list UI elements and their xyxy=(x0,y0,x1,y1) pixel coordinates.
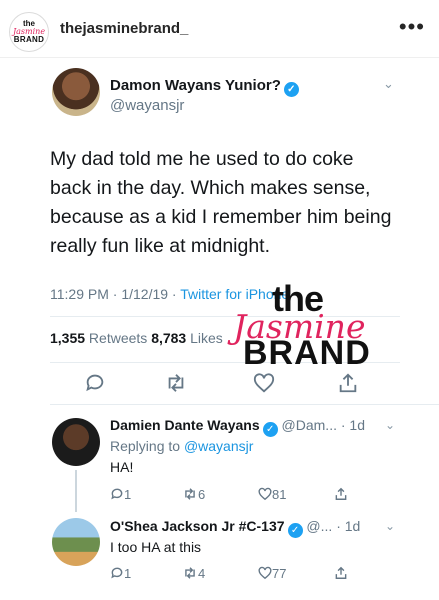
like-count: 77 xyxy=(272,566,287,581)
reply-author-avatar[interactable] xyxy=(52,518,100,566)
retweet-button[interactable]: 4 xyxy=(182,566,205,581)
tweet-time-date: 11:29 PM · 1/12/19 · xyxy=(50,286,181,302)
heart-icon[interactable] xyxy=(253,372,275,400)
reply-handle-time[interactable]: @Dam... · 1d xyxy=(278,417,365,433)
tweet-stats: 1,355 Retweets 8,783 Likes xyxy=(50,330,223,346)
verified-badge-icon: ✓ xyxy=(283,82,299,97)
reply-count: 1 xyxy=(124,566,132,581)
divider xyxy=(50,404,439,405)
reply-author-name[interactable]: O'Shea Jackson Jr #C-137 xyxy=(110,518,285,534)
instagram-post-header: the Jasmine BRAND thejasminebrand_ ••• xyxy=(0,0,439,58)
reply-header: Damien Dante Wayans ✓ @Dam... · 1d xyxy=(110,417,365,437)
avatar-logo-brand: BRAND xyxy=(13,35,45,44)
reply-count: 1 xyxy=(124,487,132,502)
profile-username[interactable]: thejasminebrand_ xyxy=(60,20,188,37)
tweet-action-bar xyxy=(0,372,439,396)
reply-text: I too HA at this xyxy=(110,539,202,555)
tweet-author-avatar[interactable] xyxy=(52,68,100,116)
reply-handle-time[interactable]: @... · 1d xyxy=(303,518,360,534)
reply-header: O'Shea Jackson Jr #C-137 ✓ @... · 1d xyxy=(110,518,360,538)
chevron-down-icon[interactable]: ⌄ xyxy=(385,519,395,533)
share-icon[interactable] xyxy=(337,372,359,400)
share-icon[interactable] xyxy=(334,566,348,581)
like-count[interactable]: 8,783 xyxy=(151,330,186,346)
replying-to-prefix: Replying to xyxy=(110,438,184,454)
chevron-down-icon[interactable]: ⌄ xyxy=(385,418,395,432)
profile-avatar[interactable]: the Jasmine BRAND xyxy=(9,12,49,52)
more-options-icon[interactable]: ••• xyxy=(399,14,425,40)
retweet-count: 6 xyxy=(198,487,206,502)
chevron-down-icon[interactable]: ⌄ xyxy=(383,76,394,92)
reply-author-name[interactable]: Damien Dante Wayans xyxy=(110,417,260,433)
like-button[interactable]: 77 xyxy=(258,566,286,581)
reply-action-bar: 1 6 81 xyxy=(110,487,370,507)
reply-action-bar: 1 4 77 xyxy=(110,566,370,586)
reply-text: HA! xyxy=(110,459,134,475)
like-button[interactable]: 81 xyxy=(258,487,286,502)
tweet-author-name[interactable]: Damon Wayans Yunior? ✓ xyxy=(110,77,299,97)
reply-button[interactable]: 1 xyxy=(110,487,131,502)
retweets-label: Retweets xyxy=(85,330,152,346)
replying-to-mention[interactable]: @wayansjr xyxy=(184,438,253,454)
reply-icon[interactable] xyxy=(84,372,106,400)
tweet-timestamp: 11:29 PM · 1/12/19 · Twitter for iPhone xyxy=(50,286,289,302)
retweet-icon[interactable] xyxy=(164,372,188,400)
tweet-author-name-text: Damon Wayans Yunior? xyxy=(110,77,281,94)
retweet-button[interactable]: 6 xyxy=(182,487,205,502)
share-icon[interactable] xyxy=(334,487,348,502)
tweet-text: My dad told me he used to do coke back i… xyxy=(50,148,392,257)
reply-button[interactable]: 1 xyxy=(110,566,131,581)
retweet-count: 4 xyxy=(198,566,206,581)
verified-badge-icon: ✓ xyxy=(262,422,278,437)
retweet-count[interactable]: 1,355 xyxy=(50,330,85,346)
thread-connector-line xyxy=(75,470,77,512)
like-count: 81 xyxy=(272,487,287,502)
replying-to: Replying to @wayansjr xyxy=(110,438,253,454)
reply-author-avatar[interactable] xyxy=(52,418,100,466)
watermark-brand: BRAND xyxy=(243,334,371,372)
likes-label: Likes xyxy=(186,330,223,346)
verified-badge-icon: ✓ xyxy=(287,523,303,538)
tweet-author-handle[interactable]: @wayansjr xyxy=(110,97,184,114)
